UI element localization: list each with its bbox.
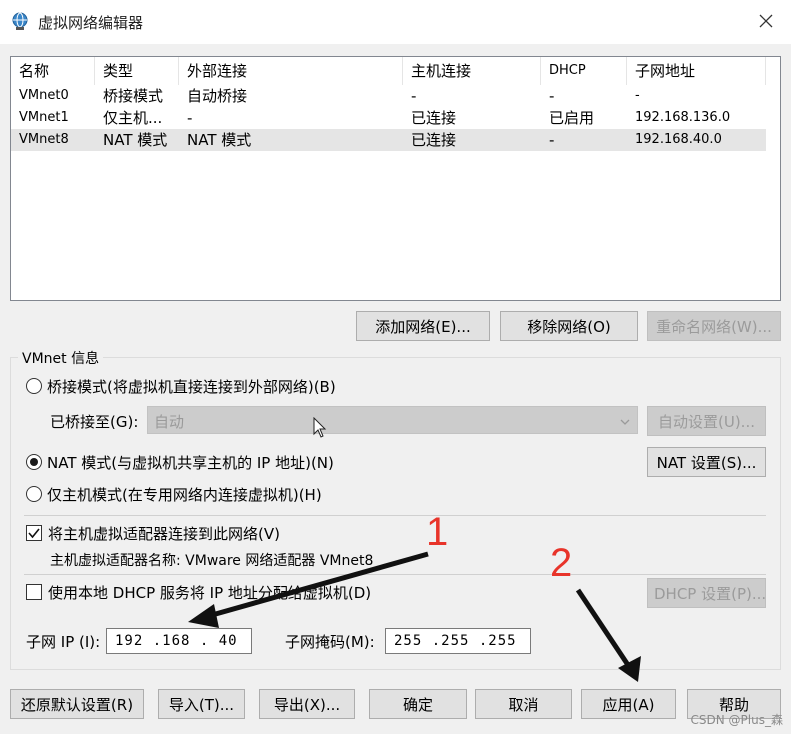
annotation-arrows [188,551,641,682]
arrow-2-icon [575,588,641,682]
watermark: CSDN @Plus_森 [690,713,783,727]
arrow-1-icon [188,551,429,628]
